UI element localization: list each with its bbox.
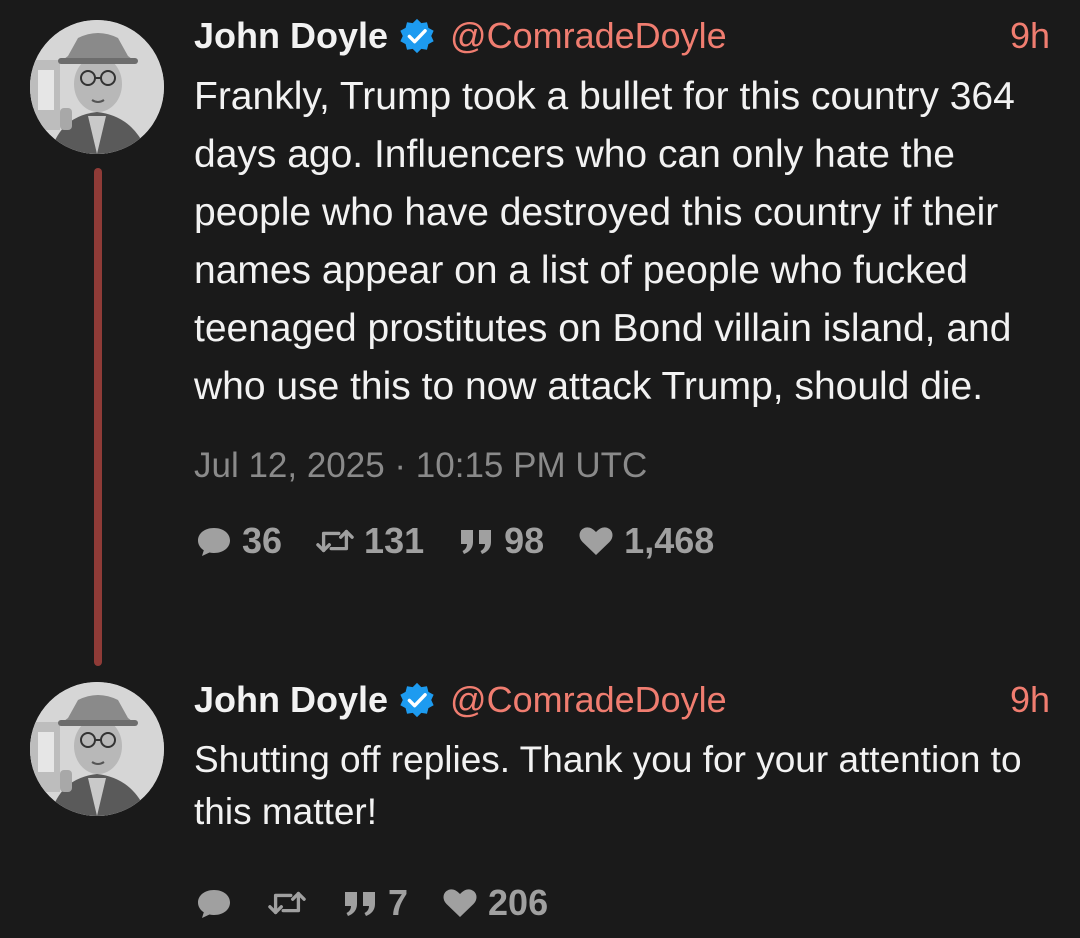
quote-button[interactable]: 98 bbox=[456, 520, 544, 562]
retweet-button[interactable]: 131 bbox=[314, 520, 424, 562]
heart-icon bbox=[440, 883, 480, 923]
reply-button[interactable] bbox=[194, 883, 234, 923]
retweet-count: 131 bbox=[364, 520, 425, 561]
user-handle[interactable]: @ComradeDoyle bbox=[450, 679, 727, 721]
comment-bubble-icon bbox=[194, 883, 234, 923]
retweet-button[interactable] bbox=[266, 884, 308, 922]
reply-button[interactable]: 36 bbox=[194, 520, 282, 562]
tweet-text: Shutting off replies. Thank you for your… bbox=[194, 739, 1022, 832]
display-name[interactable]: John Doyle bbox=[194, 15, 388, 57]
like-count: 1,468 bbox=[624, 520, 715, 561]
tweet-time[interactable]: 9h bbox=[1010, 679, 1050, 721]
heart-icon bbox=[576, 521, 616, 561]
retweet-icon bbox=[314, 522, 356, 560]
tweet-text: Frankly, Trump took a bullet for this co… bbox=[194, 75, 1015, 408]
retweet-icon bbox=[266, 884, 308, 922]
tweet-stats: 36 131 98 1,468 bbox=[194, 516, 1050, 566]
thread-connector-line bbox=[94, 168, 102, 666]
tweet-header: John Doyle @ComradeDoyle 9h bbox=[194, 676, 1050, 724]
tweet-content: John Doyle @ComradeDoyle 9h Shutting off… bbox=[194, 676, 1050, 928]
comment-bubble-icon bbox=[194, 521, 234, 561]
verified-badge-icon bbox=[398, 17, 436, 55]
tweet-header: John Doyle @ComradeDoyle 9h bbox=[194, 12, 1050, 60]
tweet-content: John Doyle @ComradeDoyle 9h Frankly, Tru… bbox=[194, 12, 1050, 566]
reply-count: 36 bbox=[242, 520, 283, 561]
user-handle[interactable]: @ComradeDoyle bbox=[450, 15, 727, 57]
tweet-stats: 7 206 bbox=[194, 878, 1050, 928]
quote-count: 7 bbox=[388, 882, 409, 923]
like-button[interactable]: 206 bbox=[440, 882, 548, 924]
quote-icon bbox=[456, 521, 496, 561]
avatar[interactable] bbox=[30, 20, 164, 154]
verified-badge-icon bbox=[398, 681, 436, 719]
quote-count: 98 bbox=[504, 520, 545, 561]
like-count: 206 bbox=[488, 882, 549, 923]
display-name[interactable]: John Doyle bbox=[194, 679, 388, 721]
quote-icon bbox=[340, 883, 380, 923]
like-button[interactable]: 1,468 bbox=[576, 520, 714, 562]
avatar[interactable] bbox=[30, 682, 164, 816]
tweet-time[interactable]: 9h bbox=[1010, 15, 1050, 57]
quote-button[interactable]: 7 bbox=[340, 882, 408, 924]
tweet-date[interactable]: Jul 12, 2025 · 10:15 PM UTC bbox=[194, 446, 1050, 486]
